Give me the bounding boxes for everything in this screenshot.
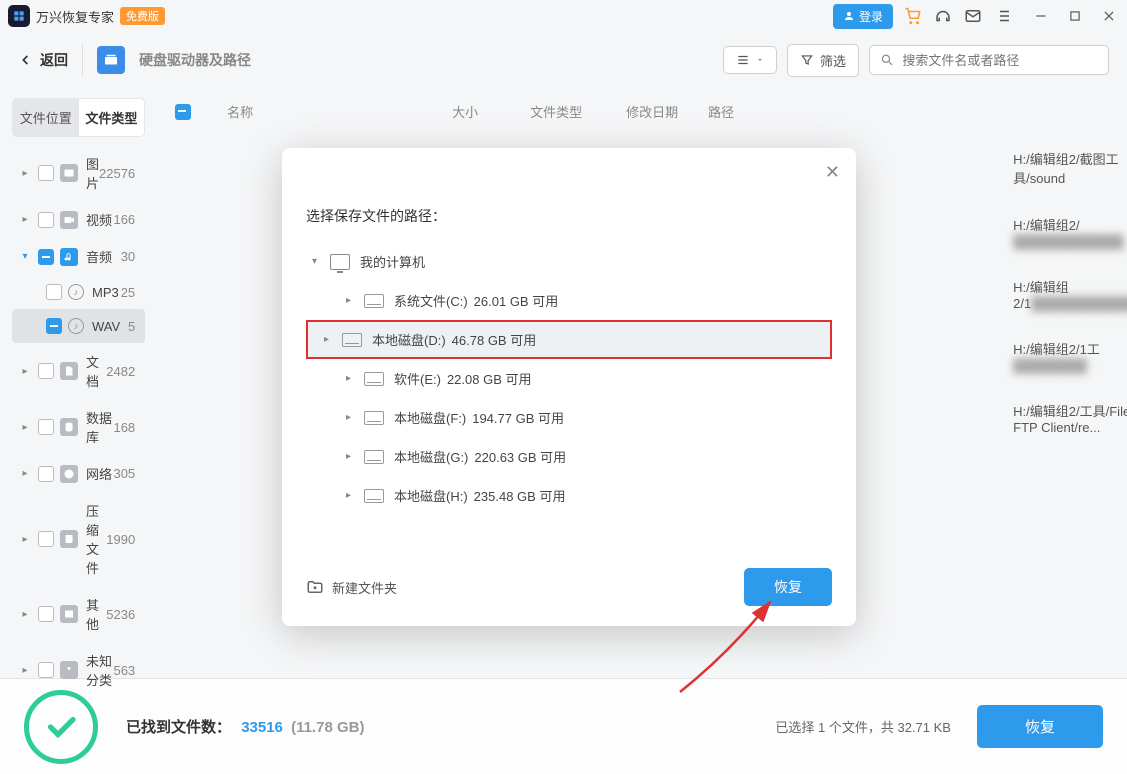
chevron-right-icon: ▸ <box>346 412 356 423</box>
drive-item[interactable]: ▸ 本地磁盘(G:) 220.63 GB 可用 <box>306 437 832 476</box>
save-path-modal: ✕ 选择保存文件的路径： ▾ 我的计算机 ▸ 系统文件(C:) 26.01 GB… <box>282 148 856 626</box>
modal-close-button[interactable]: ✕ <box>825 162 840 183</box>
drive-label: 我的计算机 <box>360 252 425 271</box>
chevron-down-icon: ▾ <box>312 256 322 267</box>
drive-free: 22.08 GB 可用 <box>447 369 532 388</box>
drive-item[interactable]: ▸ 本地磁盘(H:) 235.48 GB 可用 <box>306 476 832 515</box>
chevron-right-icon: ▸ <box>346 373 356 384</box>
drive-name: 软件(E:) <box>394 369 441 388</box>
drive-name: 本地磁盘(G:) <box>394 447 468 466</box>
modal-title: 选择保存文件的路径： <box>306 206 832 226</box>
chevron-right-icon: ▸ <box>346 451 356 462</box>
drive-item[interactable]: ▸ 软件(E:) 22.08 GB 可用 <box>306 359 832 398</box>
disk-icon <box>364 450 384 464</box>
drive-free: 46.78 GB 可用 <box>452 330 537 349</box>
new-folder-label: 新建文件夹 <box>332 578 397 597</box>
drive-name: 本地磁盘(D:) <box>372 330 446 349</box>
drive-name: 本地磁盘(F:) <box>394 408 466 427</box>
drive-item[interactable]: ▸ 本地磁盘(F:) 194.77 GB 可用 <box>306 398 832 437</box>
drive-root[interactable]: ▾ 我的计算机 <box>306 242 832 281</box>
disk-icon <box>364 294 384 308</box>
chevron-right-icon: ▸ <box>346 490 356 501</box>
drive-free: 235.48 GB 可用 <box>474 486 566 505</box>
chevron-right-icon: ▸ <box>324 334 334 345</box>
drive-tree: ▾ 我的计算机 ▸ 系统文件(C:) 26.01 GB 可用 ▸ 本地磁盘(D:… <box>306 242 832 515</box>
modal-recover-button[interactable]: 恢复 <box>744 568 832 606</box>
modal-footer: 新建文件夹 恢复 <box>306 568 832 606</box>
drive-free: 194.77 GB 可用 <box>472 408 564 427</box>
drive-free: 220.63 GB 可用 <box>474 447 566 466</box>
new-folder-button[interactable]: 新建文件夹 <box>306 578 397 597</box>
drive-item-selected[interactable]: ▸ 本地磁盘(D:) 46.78 GB 可用 <box>306 320 832 359</box>
disk-icon <box>364 489 384 503</box>
disk-icon <box>364 411 384 425</box>
disk-icon <box>364 372 384 386</box>
disk-icon <box>342 333 362 347</box>
drive-free: 26.01 GB 可用 <box>474 291 559 310</box>
drive-item[interactable]: ▸ 系统文件(C:) 26.01 GB 可用 <box>306 281 832 320</box>
computer-icon <box>330 254 350 270</box>
drive-name: 本地磁盘(H:) <box>394 486 468 505</box>
drive-name: 系统文件(C:) <box>394 291 468 310</box>
chevron-right-icon: ▸ <box>346 295 356 306</box>
